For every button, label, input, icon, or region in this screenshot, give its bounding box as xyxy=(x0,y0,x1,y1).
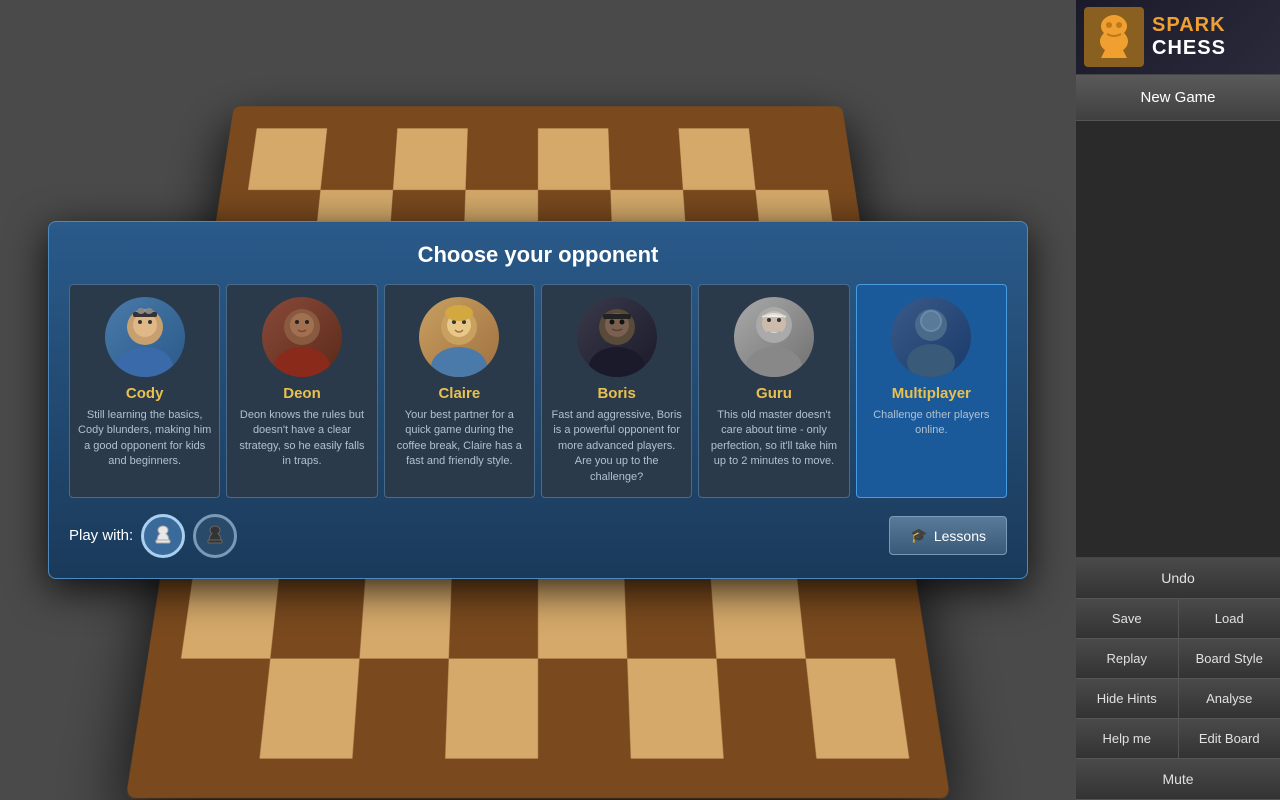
board-area: Choose your opponent xyxy=(0,0,1076,800)
cody-name: Cody xyxy=(78,385,211,402)
lessons-label: Lessons xyxy=(934,528,986,544)
dialog-overlay: Choose your opponent xyxy=(0,0,1076,800)
board-style-button[interactable]: Board Style xyxy=(1179,639,1280,678)
lessons-button[interactable]: 🎓 Lessons xyxy=(889,516,1007,555)
multi-desc: Challenge other players online. xyxy=(865,408,998,439)
brand-header: SPARK CHESS xyxy=(1076,0,1280,75)
helpme-editboard-row: Help me Edit Board xyxy=(1076,719,1280,759)
opponent-cody[interactable]: Cody Still learning the basics, Cody blu… xyxy=(69,284,220,498)
lessons-icon: 🎓 xyxy=(910,527,927,544)
choose-opponent-dialog: Choose your opponent xyxy=(48,221,1028,579)
save-button[interactable]: Save xyxy=(1076,599,1179,638)
help-me-button[interactable]: Help me xyxy=(1076,719,1179,758)
avatar-cody xyxy=(105,297,185,377)
undo-button[interactable]: Undo xyxy=(1076,558,1280,599)
play-with-section: Play with: xyxy=(69,514,237,558)
avatar-deon xyxy=(262,297,342,377)
analyse-button[interactable]: Analyse xyxy=(1179,679,1280,718)
avatar-multi xyxy=(891,297,971,377)
claire-name: Claire xyxy=(393,385,526,402)
hide-hints-button[interactable]: Hide Hints xyxy=(1076,679,1179,718)
multi-name: Multiplayer xyxy=(865,385,998,402)
avatar-boris xyxy=(577,297,657,377)
brand-name-line2: CHESS xyxy=(1152,37,1226,60)
avatar-guru xyxy=(734,297,814,377)
brand-logo xyxy=(1084,7,1144,67)
save-load-row: Save Load xyxy=(1076,599,1280,639)
deon-desc: Deon knows the rules but doesn't have a … xyxy=(235,408,368,470)
dialog-footer: Play with: 🎓 xyxy=(69,514,1007,558)
replay-boardstyle-row: Replay Board Style xyxy=(1076,639,1280,679)
sidebar-spacer-1 xyxy=(1076,121,1280,558)
cody-desc: Still learning the basics, Cody blunders… xyxy=(78,408,211,470)
opponent-claire[interactable]: Claire Your best partner for a quick gam… xyxy=(384,284,535,498)
opponent-multiplayer[interactable]: Multiplayer Challenge other players onli… xyxy=(856,284,1007,498)
opponent-guru[interactable]: Guru This old master doesn't care about … xyxy=(698,284,849,498)
load-button[interactable]: Load xyxy=(1179,599,1280,638)
black-piece-button[interactable] xyxy=(193,514,237,558)
dialog-title: Choose your opponent xyxy=(69,242,1007,268)
opponent-boris[interactable]: Boris Fast and aggressive, Boris is a po… xyxy=(541,284,692,498)
sidebar: SPARK CHESS New Game Undo Save Load Repl… xyxy=(1076,0,1280,800)
boris-desc: Fast and aggressive, Boris is a powerful… xyxy=(550,408,683,485)
play-with-label: Play with: xyxy=(69,527,133,544)
new-game-button[interactable]: New Game xyxy=(1076,75,1280,121)
claire-desc: Your best partner for a quick game durin… xyxy=(393,408,526,470)
avatar-claire xyxy=(419,297,499,377)
brand-name-line1: SPARK xyxy=(1152,14,1226,37)
hints-analyse-row: Hide Hints Analyse xyxy=(1076,679,1280,719)
boris-name: Boris xyxy=(550,385,683,402)
guru-desc: This old master doesn't care about time … xyxy=(707,408,840,470)
edit-board-button[interactable]: Edit Board xyxy=(1179,719,1280,758)
white-piece-button[interactable] xyxy=(141,514,185,558)
mute-button[interactable]: Mute xyxy=(1076,759,1280,800)
deon-name: Deon xyxy=(235,385,368,402)
brand-text: SPARK CHESS xyxy=(1152,14,1226,60)
replay-button[interactable]: Replay xyxy=(1076,639,1179,678)
guru-name: Guru xyxy=(707,385,840,402)
opponent-deon[interactable]: Deon Deon knows the rules but doesn't ha… xyxy=(226,284,377,498)
opponents-grid: Cody Still learning the basics, Cody blu… xyxy=(69,284,1007,498)
